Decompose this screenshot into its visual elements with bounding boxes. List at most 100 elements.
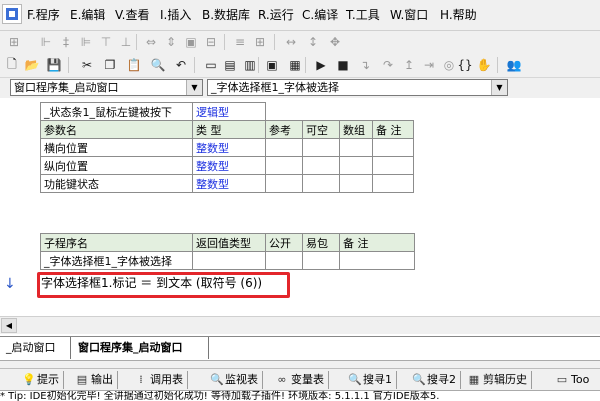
breakpoint-icon[interactable]: ◎ (441, 57, 457, 73)
table-row[interactable]: 横向位置 整数型 (40, 138, 414, 157)
align-right-icon[interactable]: ⊫ (78, 34, 94, 50)
save-icon[interactable]: 💾 (46, 57, 62, 73)
center-v-icon[interactable]: ↕ (305, 34, 321, 50)
clipboard-icon: ▦ (468, 373, 480, 386)
view-properties-icon[interactable]: ▦ (287, 57, 303, 73)
menu-program[interactable]: F.程序 (27, 6, 60, 24)
align-center-icon[interactable]: ‡ (58, 34, 74, 50)
run-icon[interactable]: ▶ (313, 57, 329, 73)
col-type: 类 型 (192, 120, 266, 139)
table-row[interactable]: _字体选择框1_字体被选择 (40, 251, 415, 270)
align-left-icon[interactable]: ⊩ (38, 34, 54, 50)
users-icon[interactable]: 👥 (506, 57, 522, 73)
event-signature-table: _状态条1_鼠标左键被按下 逻辑型 参数名 类 型 参考 可空 数组 备 注 横… (40, 102, 414, 193)
navigation-bar: 窗口程序集_启动窗口 ▼ _字体选择框1_字体被选择 ▼ (0, 78, 600, 98)
param-type: 整数型 (192, 174, 266, 193)
menu-tools[interactable]: T.工具 (346, 6, 380, 24)
step-out-icon[interactable]: ↥ (401, 57, 417, 73)
col-param-name: 参数名 (40, 120, 193, 139)
hand-icon[interactable]: ✋ (476, 57, 492, 73)
same-width-icon[interactable]: ⇔ (143, 34, 159, 50)
tab-output[interactable]: ▤ 输出 (76, 371, 118, 389)
col-easy-pkg: 易包 (302, 233, 340, 252)
method-selector[interactable]: _字体选择框1_字体被选择 ▼ (207, 79, 508, 96)
output-icon: ▤ (76, 373, 88, 386)
standard-toolbar: 🗋 📂 💾 ✂ ❐ 📋 🔍 ↶ ▭ ▤ ▥ ▣ ▦ ▶ ■ ↴ ↷ ↥ ⇥ ◎ … (0, 54, 600, 78)
col-array: 数组 (339, 120, 373, 139)
center-both-icon[interactable]: ✥ (327, 34, 343, 50)
copy-icon[interactable]: ❐ (102, 57, 118, 73)
tab-call-stack[interactable]: ⁞ 调用表 (135, 371, 188, 389)
undo-icon[interactable]: ↶ (173, 57, 189, 73)
menu-window[interactable]: W.窗口 (390, 6, 428, 24)
tab-tools[interactable]: ▭ Too (556, 371, 593, 389)
tab-startup-window[interactable]: _启动窗口 (6, 339, 56, 357)
align-top-icon[interactable]: ⊤ (98, 34, 114, 50)
table-row[interactable]: 功能键状态 整数型 (40, 174, 414, 193)
app-icon[interactable] (2, 4, 22, 24)
tab-variables[interactable]: ∞ 变量表 (276, 371, 329, 389)
step-into-icon[interactable]: ↴ (357, 57, 373, 73)
col-sub-note: 备 注 (339, 233, 415, 252)
table-row[interactable]: 纵向位置 整数型 (40, 156, 414, 175)
v-spacing-icon[interactable]: ≡ (232, 34, 248, 50)
view-code-icon[interactable]: ▤ (222, 57, 238, 73)
param-name: 功能键状态 (40, 174, 193, 193)
chevron-down-icon[interactable]: ▼ (491, 80, 507, 95)
menu-view[interactable]: V.查看 (115, 6, 149, 24)
align-bottom-icon[interactable]: ⊥ (118, 34, 134, 50)
braces-icon[interactable]: {} (457, 57, 473, 73)
new-file-icon[interactable]: 🗋 (4, 57, 20, 73)
distribute-icon[interactable]: ⊞ (252, 34, 268, 50)
same-size-icon[interactable]: ▣ (183, 34, 199, 50)
view-panel-icon[interactable]: ▣ (264, 57, 280, 73)
find-icon[interactable]: 🔍 (150, 57, 166, 73)
tab-search-2[interactable]: 🔍搜寻2 (412, 371, 461, 389)
tab-search-1[interactable]: 🔍搜寻1 (348, 371, 397, 389)
center-h-icon[interactable]: ↔ (283, 34, 299, 50)
tab-watch[interactable]: 🔍监视表 (210, 371, 263, 389)
event-name: _状态条1_鼠标左键被按下 (40, 102, 193, 121)
menu-compile[interactable]: C.编译 (302, 6, 338, 24)
document-tabs: _启动窗口 窗口程序集_启动窗口 (0, 336, 600, 361)
bottom-panel-tabs: 💡提示 ▤ 输出 ⁞ 调用表 🔍监视表 ∞ 变量表 🔍搜寻1 🔍搜寻2 ▦ 剪辑历史 ▭… (0, 368, 600, 391)
run-to-cursor-icon[interactable]: ⇥ (421, 57, 437, 73)
output-panel[interactable]: * Tip: IDE初始化完毕! 全讲据通过初始化成功! 等待加载子插件! 环境… (0, 390, 600, 401)
tab-window-program-set[interactable]: 窗口程序集_启动窗口 (78, 339, 183, 357)
toolbar-separator (224, 34, 225, 50)
step-over-icon[interactable]: ↷ (380, 57, 396, 73)
watch-icon: 🔍 (210, 373, 224, 386)
horizontal-scrollbar[interactable]: ◀ (0, 316, 600, 334)
tools-icon: ▭ (556, 373, 568, 386)
menu-insert[interactable]: I.插入 (160, 6, 191, 24)
h-spacing-icon[interactable]: ⊟ (203, 34, 219, 50)
col-return-type: 返回值类型 (192, 233, 266, 252)
menu-help[interactable]: H.帮助 (440, 6, 477, 24)
view-split-icon[interactable]: ▥ (242, 57, 258, 73)
toolbar-separator (136, 34, 137, 50)
menu-database[interactable]: B.数据库 (202, 6, 250, 24)
col-note: 备 注 (372, 120, 414, 139)
chevron-down-icon[interactable]: ▼ (186, 80, 202, 95)
scroll-left-icon[interactable]: ◀ (1, 318, 17, 333)
menu-edit[interactable]: E.编辑 (70, 6, 105, 24)
tab-tips[interactable]: 💡提示 (22, 371, 64, 389)
same-height-icon[interactable]: ⇕ (163, 34, 179, 50)
class-selector[interactable]: 窗口程序集_启动窗口 ▼ (10, 79, 203, 96)
paste-icon[interactable]: 📋 (126, 57, 142, 73)
sub-name: _字体选择框1_字体被选择 (40, 251, 193, 270)
cut-icon[interactable]: ✂ (79, 57, 95, 73)
tab-divider (208, 337, 209, 359)
param-type: 整数型 (192, 138, 266, 157)
tab-clip-history[interactable]: ▦ 剪辑历史 (468, 371, 532, 389)
menu-run[interactable]: R.运行 (258, 6, 294, 24)
open-folder-icon[interactable]: 📂 (24, 57, 40, 73)
tab-divider (70, 337, 71, 359)
call-stack-icon: ⁞ (139, 373, 143, 386)
col-nullable: 可空 (302, 120, 340, 139)
table-row: _状态条1_鼠标左键被按下 逻辑型 (40, 102, 414, 121)
align-grid-icon[interactable]: ⊞ (6, 34, 22, 50)
param-name: 横向位置 (40, 138, 193, 157)
view-window-icon[interactable]: ▭ (203, 57, 219, 73)
stop-icon[interactable]: ■ (335, 57, 351, 73)
